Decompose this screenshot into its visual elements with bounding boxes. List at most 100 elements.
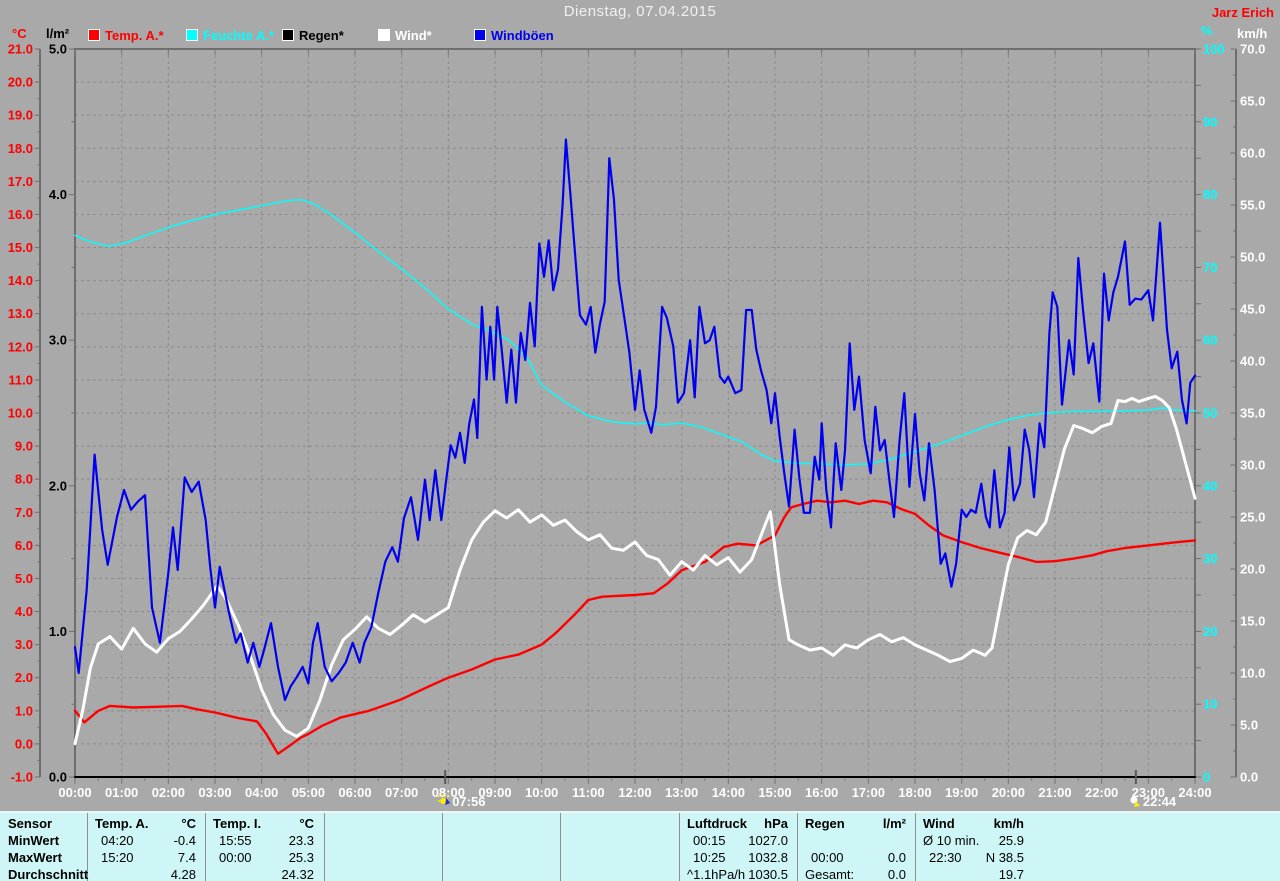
x-axis-label: 19:00 xyxy=(945,785,978,800)
svg-text:40.0: 40.0 xyxy=(1240,354,1265,369)
stats-cell: 10:25 1032.8 xyxy=(693,850,788,865)
x-axis-label: 13:00 xyxy=(665,785,698,800)
stats-col-header: Luftdruck hPa xyxy=(687,816,788,831)
svg-text:5.0: 5.0 xyxy=(15,571,33,586)
svg-text:40: 40 xyxy=(1203,478,1217,493)
stats-cell: 00:15 1027.0 xyxy=(693,833,788,848)
svg-text:6.0: 6.0 xyxy=(15,538,33,553)
svg-text:90: 90 xyxy=(1203,114,1217,129)
rain-axis: 5.0 4.0 3.0 2.0 1.0 0.0 xyxy=(49,42,74,785)
stats-cell: 15:55 23.3 xyxy=(219,833,314,848)
stats-row-label: Sensor xyxy=(8,816,53,831)
svg-text:60: 60 xyxy=(1203,333,1217,348)
gridlines xyxy=(75,49,1195,777)
svg-text:3.0: 3.0 xyxy=(15,637,33,652)
svg-text:5.0: 5.0 xyxy=(49,42,67,57)
svg-text:2.0: 2.0 xyxy=(15,670,33,685)
x-axis-label: 03:00 xyxy=(198,785,231,800)
svg-text:45.0: 45.0 xyxy=(1240,302,1265,317)
svg-text:50: 50 xyxy=(1203,406,1217,421)
svg-text:18.0: 18.0 xyxy=(8,141,33,156)
svg-text:4.0: 4.0 xyxy=(15,604,33,619)
svg-text:8.0: 8.0 xyxy=(15,472,33,487)
svg-text:70: 70 xyxy=(1203,260,1217,275)
x-axis-label: 04:00 xyxy=(245,785,278,800)
svg-text:9.0: 9.0 xyxy=(15,439,33,454)
stats-col-header: Temp. I. °C xyxy=(213,816,314,831)
svg-text:20: 20 xyxy=(1203,624,1217,639)
stats-cell: 19.7 xyxy=(998,867,1024,881)
svg-text:15.0: 15.0 xyxy=(8,240,33,255)
svg-text:15.0: 15.0 xyxy=(1240,614,1265,629)
svg-text:12.0: 12.0 xyxy=(8,339,33,354)
svg-text:0.0: 0.0 xyxy=(49,770,67,785)
stats-cell: ^1.1hPa/h 1030.5 xyxy=(687,867,788,881)
svg-text:20.0: 20.0 xyxy=(8,75,33,90)
svg-text:4.0: 4.0 xyxy=(49,187,67,202)
svg-text:16.0: 16.0 xyxy=(8,207,33,222)
stats-row-label: MaxWert xyxy=(8,850,62,865)
x-axis-label: 14:00 xyxy=(712,785,745,800)
svg-text:-1.0: -1.0 xyxy=(11,770,33,785)
stats-cell: 24.32 xyxy=(281,867,314,881)
x-axis-label: 05:00 xyxy=(292,785,325,800)
svg-text:14.0: 14.0 xyxy=(8,273,33,288)
svg-text:2.0: 2.0 xyxy=(49,478,67,493)
wind-axis: 70.0 65.0 60.0 55.0 50.0 45.0 40.0 35.0 30.0 25.0… xyxy=(1230,42,1265,785)
svg-text:13.0: 13.0 xyxy=(8,306,33,321)
stats-cell: 4.28 xyxy=(170,867,196,881)
svg-text:100: 100 xyxy=(1203,42,1225,57)
x-axis-label: 20:00 xyxy=(992,785,1025,800)
stats-col-header: Temp. A. °C xyxy=(95,816,196,831)
svg-text:10.0: 10.0 xyxy=(8,406,33,421)
svg-text:80: 80 xyxy=(1203,187,1217,202)
x-axis-label: 10:00 xyxy=(525,785,558,800)
weather-chart-page: Dienstag, 07.04.2015 Jarz Erich °C l/m² … xyxy=(0,0,1280,881)
svg-text:7.0: 7.0 xyxy=(15,505,33,520)
x-axis-label: 16:00 xyxy=(805,785,838,800)
plot-area[interactable]: 21.0 20.0 19.0 18.0 17.0 16.0 15.0 14.0 13.0 12.0… xyxy=(0,0,1280,811)
svg-text:5.0: 5.0 xyxy=(1240,718,1258,733)
stats-col-header: Wind km/h xyxy=(923,816,1024,831)
svg-text:1.0: 1.0 xyxy=(15,703,33,718)
svg-text:0.0: 0.0 xyxy=(15,736,33,751)
stats-col-header: Regen l/m² xyxy=(805,816,906,831)
x-axis-label: 02:00 xyxy=(152,785,185,800)
stats-cell xyxy=(797,832,915,849)
stats-row-label: Durchschnitt xyxy=(8,867,89,881)
svg-text:19.0: 19.0 xyxy=(8,108,33,123)
stats-cell: Ø 10 min. 25.9 xyxy=(923,833,1024,848)
svg-text:25.0: 25.0 xyxy=(1240,510,1265,525)
x-axis-label: 00:00 xyxy=(58,785,91,800)
svg-text:1.0: 1.0 xyxy=(49,624,67,639)
x-axis-label: 22:00 xyxy=(1085,785,1118,800)
svg-text:11.0: 11.0 xyxy=(8,372,33,387)
stats-cell: 00:00 0.0 xyxy=(811,850,906,865)
svg-text:10.0: 10.0 xyxy=(1240,666,1265,681)
svg-text:17.0: 17.0 xyxy=(8,174,33,189)
x-axis-label: 11:00 xyxy=(572,785,605,800)
stats-cell: 00:00 25.3 xyxy=(219,850,314,865)
stats-cell: 22:30 N 38.5 xyxy=(929,850,1024,865)
x-axis-label: 17:00 xyxy=(852,785,885,800)
svg-text:3.0: 3.0 xyxy=(49,333,67,348)
stats-cell: 15:20 7.4 xyxy=(101,850,196,865)
svg-text:55.0: 55.0 xyxy=(1240,198,1265,213)
svg-text:30: 30 xyxy=(1203,551,1217,566)
svg-text:0.0: 0.0 xyxy=(1240,770,1258,785)
svg-text:35.0: 35.0 xyxy=(1240,406,1265,421)
marker-time-label: 22:44 xyxy=(1143,794,1177,809)
x-axis-label: 24:00 xyxy=(1178,785,1211,800)
svg-text:60.0: 60.0 xyxy=(1240,146,1265,161)
x-axis-label: 18:00 xyxy=(898,785,931,800)
x-axis-label: 01:00 xyxy=(105,785,138,800)
x-axis-label: 21:00 xyxy=(1038,785,1071,800)
stats-row-label: MinWert xyxy=(8,833,60,848)
temp-axis: 21.0 20.0 19.0 18.0 17.0 16.0 15.0 14.0 13.0 12.0… xyxy=(8,42,41,785)
svg-text:30.0: 30.0 xyxy=(1240,458,1265,473)
x-axis-label: 15:00 xyxy=(758,785,791,800)
marker-time-label: 07:56 xyxy=(452,794,485,809)
svg-text:50.0: 50.0 xyxy=(1240,250,1265,265)
stats-table: Sensor MinWert MaxWert Durchschnitt Temp. A.… xyxy=(0,811,1280,881)
x-axis-label: 07:00 xyxy=(385,785,418,800)
